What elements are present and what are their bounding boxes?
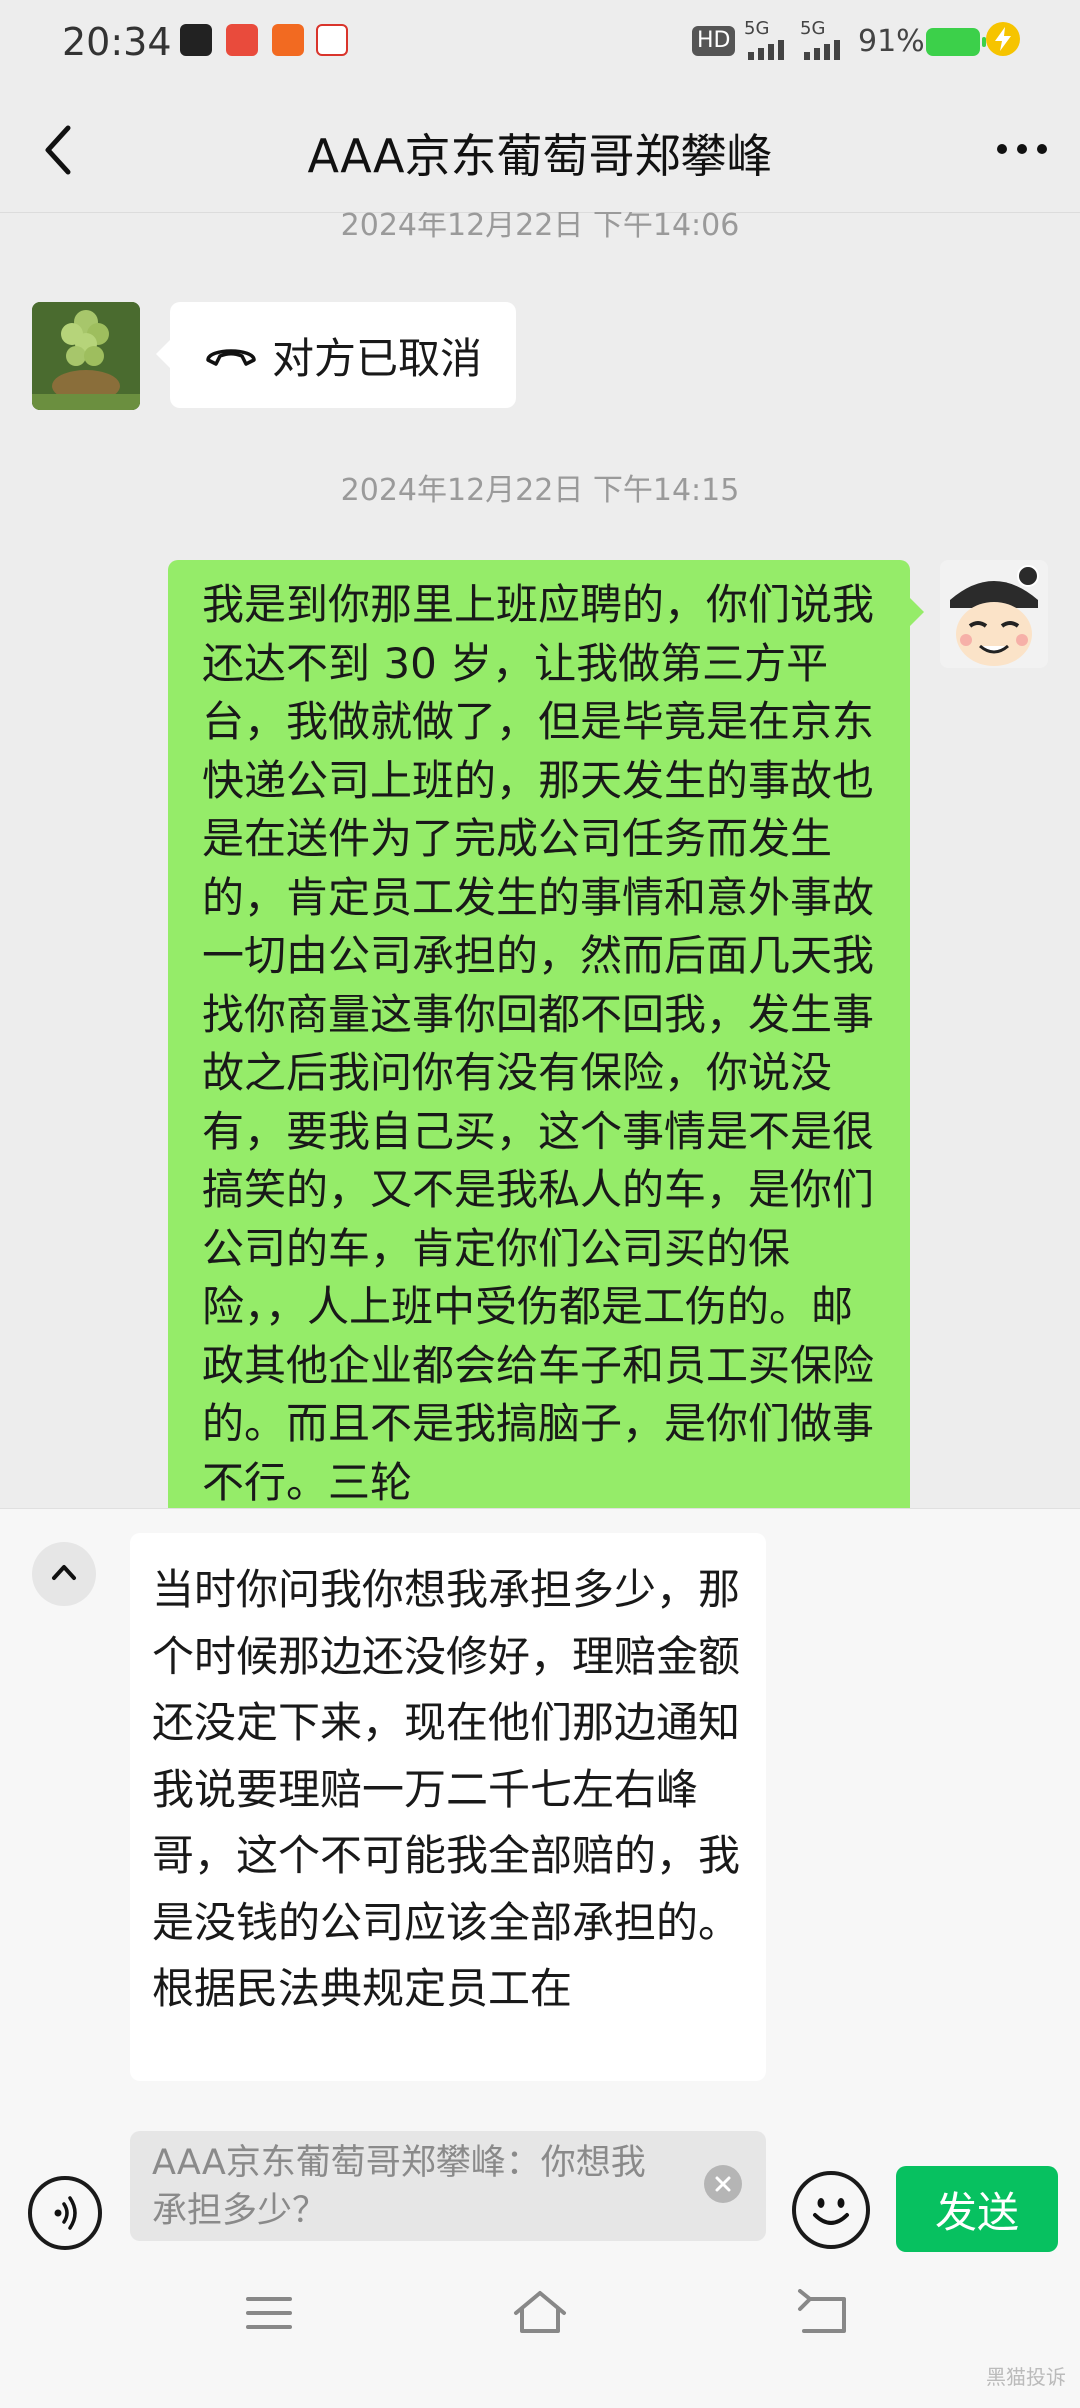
send-button[interactable]: 发送 [896, 2166, 1058, 2252]
chat-header: AAA京东葡萄哥郑攀峰 [0, 86, 1080, 213]
signal-strength-icon [748, 40, 784, 60]
system-navigation-bar: 黑猫投诉 [0, 2253, 1080, 2408]
message-timestamp: 2024年12月22日 下午14:06 [340, 212, 740, 243]
my-message-bubble[interactable]: 我是到你那里上班应聘的，你们说我还达不到 30 岁，让我做第三方平台，我做就做了… [168, 560, 910, 1508]
status-time: 20:34 [62, 20, 172, 64]
app-notification-icon [272, 24, 304, 56]
menu-icon[interactable] [244, 2293, 294, 2333]
emoji-icon[interactable] [792, 2171, 870, 2249]
app-notification-icon [226, 24, 258, 56]
signal-strength-icon [804, 40, 840, 60]
hd-icon: HD [692, 26, 736, 56]
courier-avatar-image [940, 560, 1048, 668]
hangup-phone-icon [206, 349, 256, 366]
signal-label: 5G [744, 18, 770, 39]
bubble-tail [910, 598, 924, 626]
more-dots-icon[interactable] [992, 124, 1052, 174]
charging-bolt-icon [986, 22, 1020, 56]
input-area: 当时你问我你想我承担多少，那个时候那边还没修好，理赔金额还没定下来，现在他们那边… [0, 1508, 1080, 2254]
chat-title: AAA京东葡萄哥郑攀峰 [307, 129, 773, 183]
app-notification-icon [316, 24, 348, 56]
call-status-text: 对方已取消 [272, 333, 483, 383]
home-icon[interactable] [510, 2287, 570, 2337]
chat-messages[interactable]: 2024年12月22日 下午14:06 对方已取消 2024年12月22日 下午… [0, 212, 1080, 1508]
grape-avatar-image [32, 302, 140, 410]
battery-icon [926, 28, 986, 56]
message-input[interactable]: 当时你问我你想我承担多少，那个时候那边还没修好，理赔金额还没定下来，现在他们那边… [130, 1533, 766, 2081]
quoted-message[interactable]: AAA京东葡萄哥郑攀峰：你想我承担多少？ [130, 2131, 766, 2241]
status-bar: 20:34 HD 5G 5G 91% [0, 0, 1080, 86]
watermark: 黑猫投诉 [986, 2365, 1066, 2389]
clear-quote-icon[interactable] [704, 2165, 742, 2203]
my-avatar[interactable] [940, 560, 1048, 668]
voice-icon[interactable] [28, 2176, 102, 2250]
message-timestamp: 2024年12月22日 下午14:15 [340, 473, 740, 508]
battery-percent: 91% [858, 24, 925, 59]
call-cancelled-bubble[interactable]: 对方已取消 [155, 302, 517, 408]
app-notification-icon [180, 24, 212, 56]
back-nav-icon[interactable] [796, 2289, 852, 2337]
contact-avatar[interactable] [32, 302, 140, 410]
collapse-up-icon[interactable] [32, 1542, 96, 1606]
signal-label: 5G [800, 18, 826, 39]
